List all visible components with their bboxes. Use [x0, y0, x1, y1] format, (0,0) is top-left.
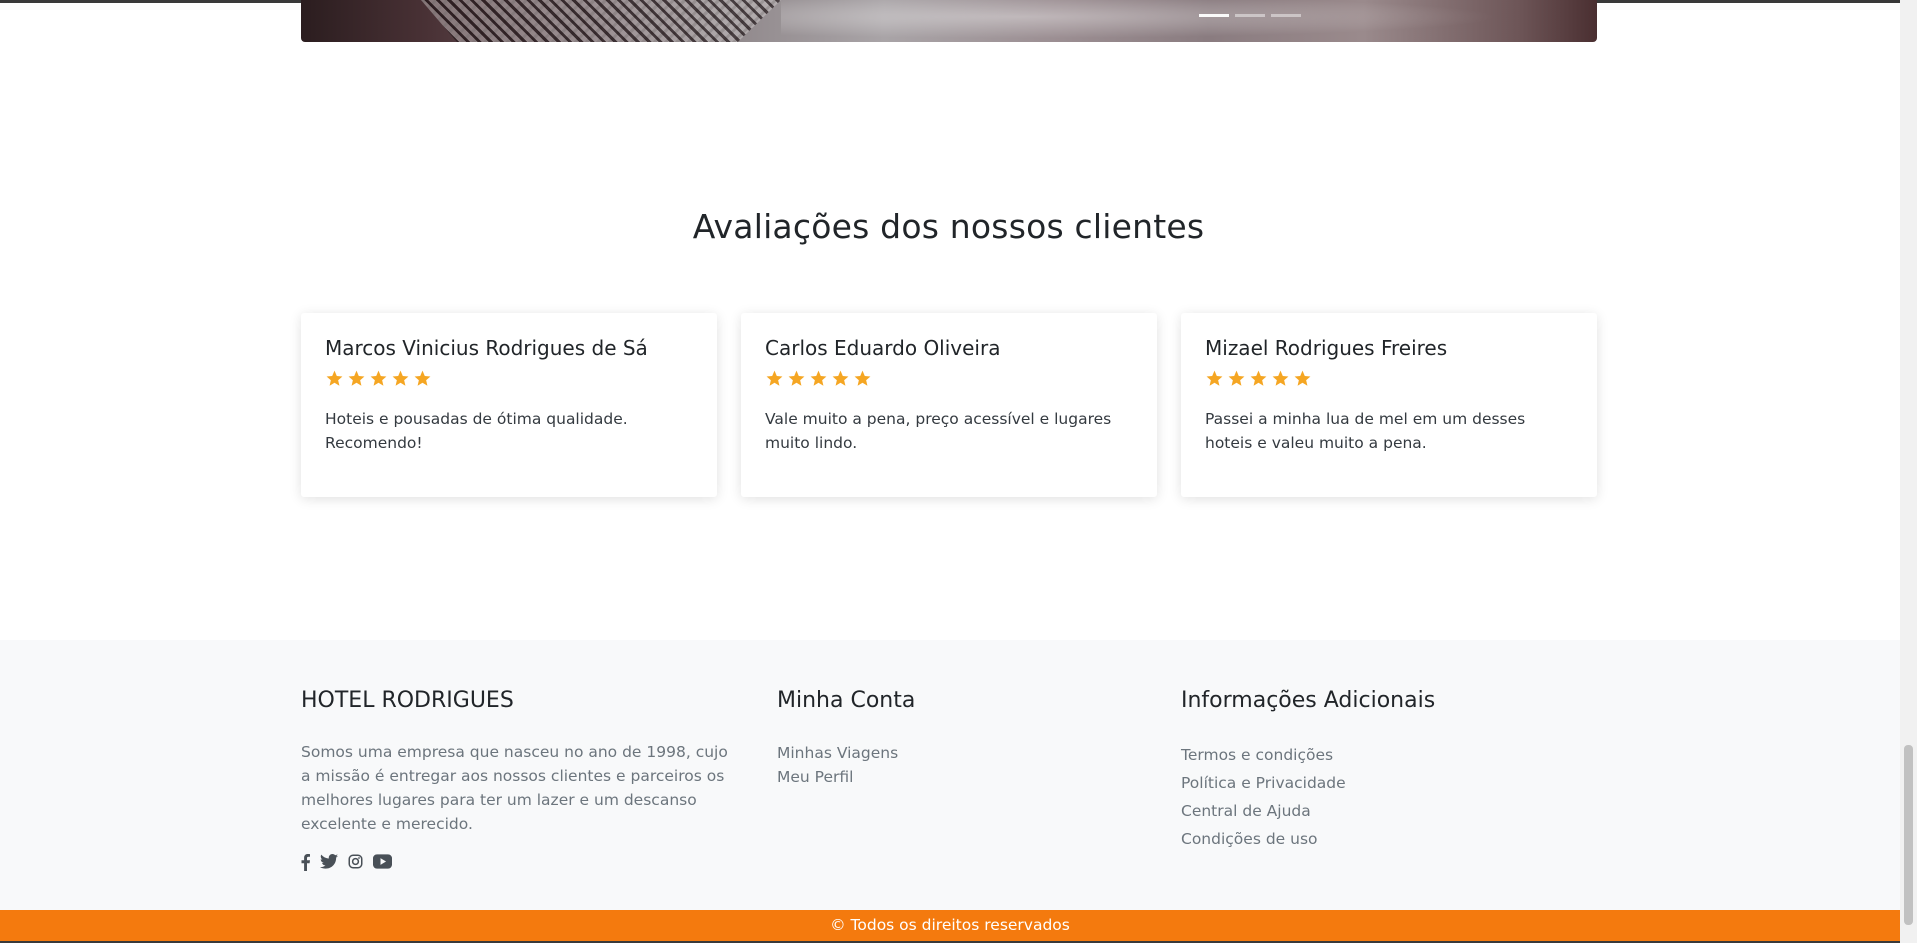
review-card: Marcos Vinicius Rodrigues de Sá Hoteis e…	[301, 313, 717, 497]
star-icon	[854, 370, 871, 386]
review-card: Carlos Eduardo Oliveira Vale muito a pen…	[741, 313, 1157, 497]
review-card: Mizael Rodrigues Freires Passei a minha …	[1181, 313, 1597, 497]
star-icon	[370, 370, 387, 386]
star-icon	[1250, 370, 1267, 386]
site-footer: HOTEL RODRIGUES Somos uma empresa que na…	[0, 640, 1900, 910]
carousel-indicators	[1199, 14, 1301, 17]
carousel-image-pattern	[421, 0, 781, 42]
review-text: Vale muito a pena, preço acessível e lug…	[765, 410, 1112, 452]
reviews-title: Avaliações dos nossos clientes	[692, 207, 1205, 246]
star-icon	[766, 370, 783, 386]
social-links	[301, 854, 392, 872]
star-icon	[392, 370, 409, 386]
star-icon	[414, 370, 431, 386]
star-icon	[1272, 370, 1289, 386]
facebook-icon[interactable]	[301, 854, 310, 872]
review-text: Passei a minha lua de mel em um desses h…	[1205, 410, 1526, 452]
footer-account-title: Minha Conta	[777, 688, 916, 713]
star-rating	[325, 369, 693, 391]
footer-brand-title: HOTEL RODRIGUES	[301, 688, 514, 713]
star-icon	[788, 370, 805, 386]
star-icon	[348, 370, 365, 386]
star-rating	[765, 369, 1133, 391]
list-item: Termos e condições	[1181, 741, 1346, 769]
carousel-indicator-2[interactable]	[1235, 14, 1265, 17]
hero-carousel	[301, 0, 1597, 42]
link-help-center[interactable]: Central de Ajuda	[1181, 797, 1346, 825]
reviewer-name: Mizael Rodrigues Freires	[1205, 336, 1448, 360]
star-icon	[1206, 370, 1223, 386]
star-rating	[1205, 369, 1573, 391]
youtube-icon[interactable]	[373, 854, 392, 872]
star-icon	[832, 370, 849, 386]
list-item: Política e Privacidade	[1181, 769, 1346, 797]
list-item: Minhas Viagens	[777, 741, 898, 765]
star-icon	[810, 370, 827, 386]
star-icon	[1228, 370, 1245, 386]
list-item: Condições de uso	[1181, 825, 1346, 853]
link-my-profile[interactable]: Meu Perfil	[777, 765, 898, 789]
list-item: Meu Perfil	[777, 765, 898, 789]
star-icon	[326, 370, 343, 386]
footer-info-links: Termos e condições Política e Privacidad…	[1181, 741, 1346, 853]
carousel-indicator-3[interactable]	[1271, 14, 1301, 17]
link-terms-of-use[interactable]: Condições de uso	[1181, 825, 1346, 853]
twitter-icon[interactable]	[320, 854, 338, 872]
footer-about-text: Somos uma empresa que nasceu no ano de 1…	[301, 743, 728, 833]
footer-account-links: Minhas Viagens Meu Perfil	[777, 741, 898, 789]
star-icon	[1294, 370, 1311, 386]
copyright-bar: © Todos os direitos reservados	[0, 910, 1900, 941]
page-scrollbar[interactable]	[1900, 0, 1917, 943]
footer-info-title: Informações Adicionais	[1181, 688, 1436, 713]
reviewer-name: Marcos Vinicius Rodrigues de Sá	[325, 336, 648, 360]
carousel-image-sheen	[781, 0, 1581, 42]
list-item: Central de Ajuda	[1181, 797, 1346, 825]
scrollbar-thumb[interactable]	[1904, 745, 1913, 925]
instagram-icon[interactable]	[348, 854, 363, 872]
link-terms[interactable]: Termos e condições	[1181, 741, 1346, 769]
link-privacy[interactable]: Política e Privacidade	[1181, 769, 1346, 797]
review-text: Hoteis e pousadas de ótima qualidade. Re…	[325, 410, 628, 452]
carousel-indicator-1[interactable]	[1199, 14, 1229, 17]
link-my-trips[interactable]: Minhas Viagens	[777, 741, 898, 765]
reviewer-name: Carlos Eduardo Oliveira	[765, 336, 1001, 360]
